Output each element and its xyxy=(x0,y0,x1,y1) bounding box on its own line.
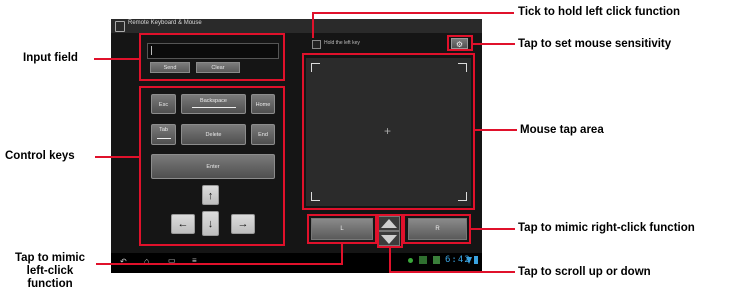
tap-area-highlight xyxy=(302,53,475,210)
app-title: Remote Keyboard & Mouse xyxy=(128,20,202,26)
control-keys-highlight xyxy=(139,86,285,246)
left-click-highlight xyxy=(307,214,377,244)
status-app-icon xyxy=(419,256,427,264)
hold-left-label: Hold the left key xyxy=(324,40,360,46)
input-field-highlight xyxy=(139,33,285,81)
hold-callout-line-h xyxy=(312,12,514,14)
scroll-callout-line-h xyxy=(389,271,515,273)
battery-icon xyxy=(474,256,478,264)
callout-scroll: Tap to scroll up or down xyxy=(518,266,651,278)
app-icon xyxy=(115,21,125,32)
hold-callout-line-v xyxy=(312,12,314,38)
callout-right-click: Tap to mimic right-click function xyxy=(518,222,695,234)
wifi-icon xyxy=(466,257,472,264)
callout-hold-left: Tick to hold left click function xyxy=(518,6,681,18)
hold-left-checkbox[interactable] xyxy=(312,40,321,49)
scroll-highlight xyxy=(377,214,403,248)
gear-highlight xyxy=(447,35,473,51)
title-bar: Remote Keyboard & Mouse xyxy=(111,19,482,33)
input-callout-line xyxy=(94,58,139,60)
callout-input-field: Input field xyxy=(23,52,78,64)
callout-tap-area: Mouse tap area xyxy=(520,124,604,136)
callout-control-keys: Control keys xyxy=(5,150,75,162)
left-click-callout-line-v xyxy=(341,244,343,265)
control-callout-line xyxy=(95,156,139,158)
callout-left-click: Tap to mimic left-click function xyxy=(14,252,86,290)
left-click-callout-line-h xyxy=(96,263,343,265)
tap-area-callout-line xyxy=(475,129,517,131)
callout-sensitivity: Tap to set mouse sensitivity xyxy=(518,38,672,50)
right-click-callout-line xyxy=(471,228,515,230)
sensitivity-callout-line xyxy=(473,43,515,45)
right-click-highlight xyxy=(403,214,471,244)
status-image-icon xyxy=(433,256,440,264)
scroll-callout-line-v xyxy=(389,248,391,273)
notification-dot-icon xyxy=(408,258,413,263)
